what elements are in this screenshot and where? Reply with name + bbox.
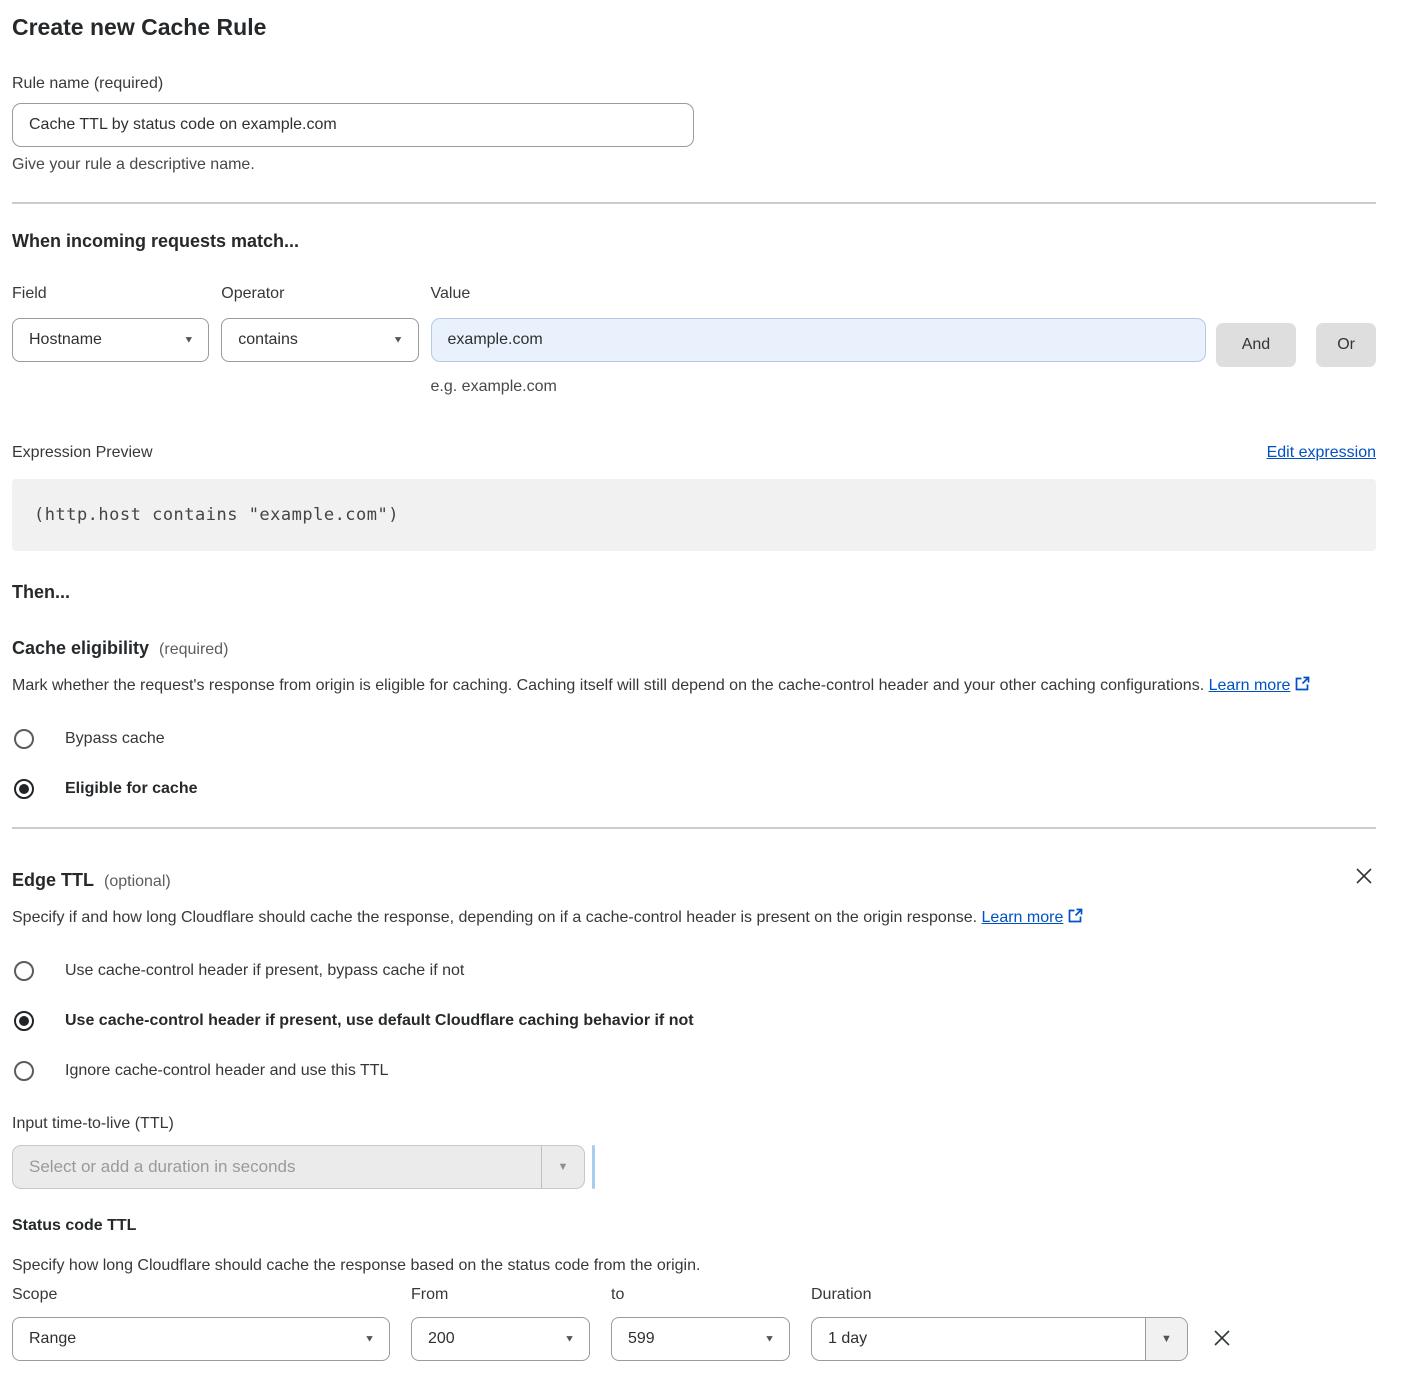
from-select-value: 200 [428,1330,455,1348]
create-cache-rule-form: Create new Cache Rule Rule name (require… [0,0,1412,1391]
rule-name-input[interactable] [12,103,694,147]
scope-column: Scope Range ▼ [12,1286,390,1361]
page-title: Create new Cache Rule [12,14,1376,41]
field-label: Field [12,285,209,303]
external-link-icon [1067,906,1084,934]
expression-header: Expression Preview Edit expression [12,444,1376,462]
operator-select[interactable]: contains ▼ [221,318,418,362]
close-edge-ttl-button[interactable] [1352,864,1376,888]
radio-icon [14,1011,34,1031]
close-icon [1212,1328,1232,1348]
operator-label: Operator [221,285,418,303]
radio-ignore-header[interactable]: Ignore cache-control header and use this… [12,1061,1376,1081]
radio-icon [14,1061,34,1081]
duration-select-value: 1 day [812,1318,1145,1360]
from-select[interactable]: 200 ▼ [411,1317,590,1361]
duration-column: Duration 1 day ▼ [811,1286,1188,1361]
radio-use-header-default[interactable]: Use cache-control header if present, use… [12,1011,1376,1031]
ttl-duration-select: Select or add a duration in seconds ▼ [12,1145,585,1189]
chevron-down-icon: ▼ [564,1334,575,1344]
ttl-input-block: Input time-to-live (TTL) Select or add a… [12,1115,1376,1189]
chevron-down-icon: ▼ [393,335,404,345]
value-help: e.g. example.com [431,378,1206,396]
chevron-down-icon: ▼ [183,335,194,345]
to-column: to 599 ▼ [611,1286,790,1361]
expression-preview-box: (http.host contains "example.com") [12,479,1376,551]
from-column: From 200 ▼ [411,1286,590,1361]
cache-eligibility-title: Cache eligibility [12,638,149,659]
to-label: to [611,1286,790,1304]
divider [12,827,1376,829]
ttl-input-label: Input time-to-live (TTL) [12,1115,1376,1133]
value-input[interactable] [431,318,1206,362]
radio-use-header-bypass[interactable]: Use cache-control header if present, byp… [12,961,1376,981]
radio-eligible-for-cache[interactable]: Eligible for cache [12,779,1376,799]
expression-code: (http.host contains "example.com") [34,505,399,525]
learn-more-link[interactable]: Learn more [982,909,1064,926]
ttl-select-focus-indicator [592,1145,595,1189]
chevron-down-icon: ▼ [764,1334,775,1344]
operator-select-value: contains [238,331,298,349]
cache-eligibility-description: Mark whether the request's response from… [12,672,1357,702]
and-button[interactable]: And [1216,323,1296,367]
edge-ttl-section: Edge TTL (optional) Specify if and how l… [12,864,1376,1361]
cache-eligibility-section: Cache eligibility (required) Mark whethe… [12,638,1376,799]
rule-name-help: Give your rule a descriptive name. [12,156,1376,174]
chevron-down-icon: ▼ [1145,1318,1187,1360]
edit-expression-link[interactable]: Edit expression [1267,444,1376,462]
value-label: Value [431,285,1206,303]
field-select-value: Hostname [29,331,102,349]
close-icon [1354,866,1374,886]
edge-ttl-title: Edge TTL [12,870,94,891]
rule-name-label: Rule name (required) [12,75,1376,93]
status-code-ttl-title: Status code TTL [12,1217,1376,1235]
radio-bypass-cache[interactable]: Bypass cache [12,729,1376,749]
radio-icon [14,729,34,749]
or-button[interactable]: Or [1316,323,1376,367]
chevron-down-icon: ▼ [541,1146,584,1188]
scope-select-value: Range [29,1330,76,1348]
duration-label: Duration [811,1286,1188,1304]
status-code-row: Scope Range ▼ From 200 ▼ to 599 ▼ [12,1286,1376,1361]
remove-status-code-row-button[interactable] [1210,1326,1234,1350]
status-code-ttl-description: Specify how long Cloudflare should cache… [12,1257,1376,1275]
required-badge: (required) [159,641,228,659]
match-heading: When incoming requests match... [12,231,1376,252]
ttl-select-placeholder: Select or add a duration in seconds [13,1146,541,1188]
edge-ttl-description: Specify if and how long Cloudflare shoul… [12,904,1357,934]
scope-label: Scope [12,1286,390,1304]
optional-badge: (optional) [104,873,171,891]
cache-eligibility-options: Bypass cache Eligible for cache [12,729,1376,799]
radio-icon [14,961,34,981]
from-label: From [411,1286,590,1304]
andor-buttons: And Or [1216,323,1376,367]
operator-column: Operator contains ▼ [221,285,418,362]
rule-name-block: Rule name (required) Give your rule a de… [12,75,1376,174]
duration-select[interactable]: 1 day ▼ [811,1317,1188,1361]
field-select[interactable]: Hostname ▼ [12,318,209,362]
scope-select[interactable]: Range ▼ [12,1317,390,1361]
match-row: Field Hostname ▼ Operator contains ▼ Val… [12,285,1376,396]
field-column: Field Hostname ▼ [12,285,209,362]
to-select-value: 599 [628,1330,655,1348]
chevron-down-icon: ▼ [364,1334,375,1344]
to-select[interactable]: 599 ▼ [611,1317,790,1361]
expression-preview-label: Expression Preview [12,444,153,462]
then-heading: Then... [12,582,1376,603]
external-link-icon [1294,674,1311,702]
value-column: Value e.g. example.com [431,285,1206,396]
radio-icon [14,779,34,799]
learn-more-link[interactable]: Learn more [1209,677,1291,694]
divider [12,202,1376,204]
edge-ttl-options: Use cache-control header if present, byp… [12,961,1376,1081]
